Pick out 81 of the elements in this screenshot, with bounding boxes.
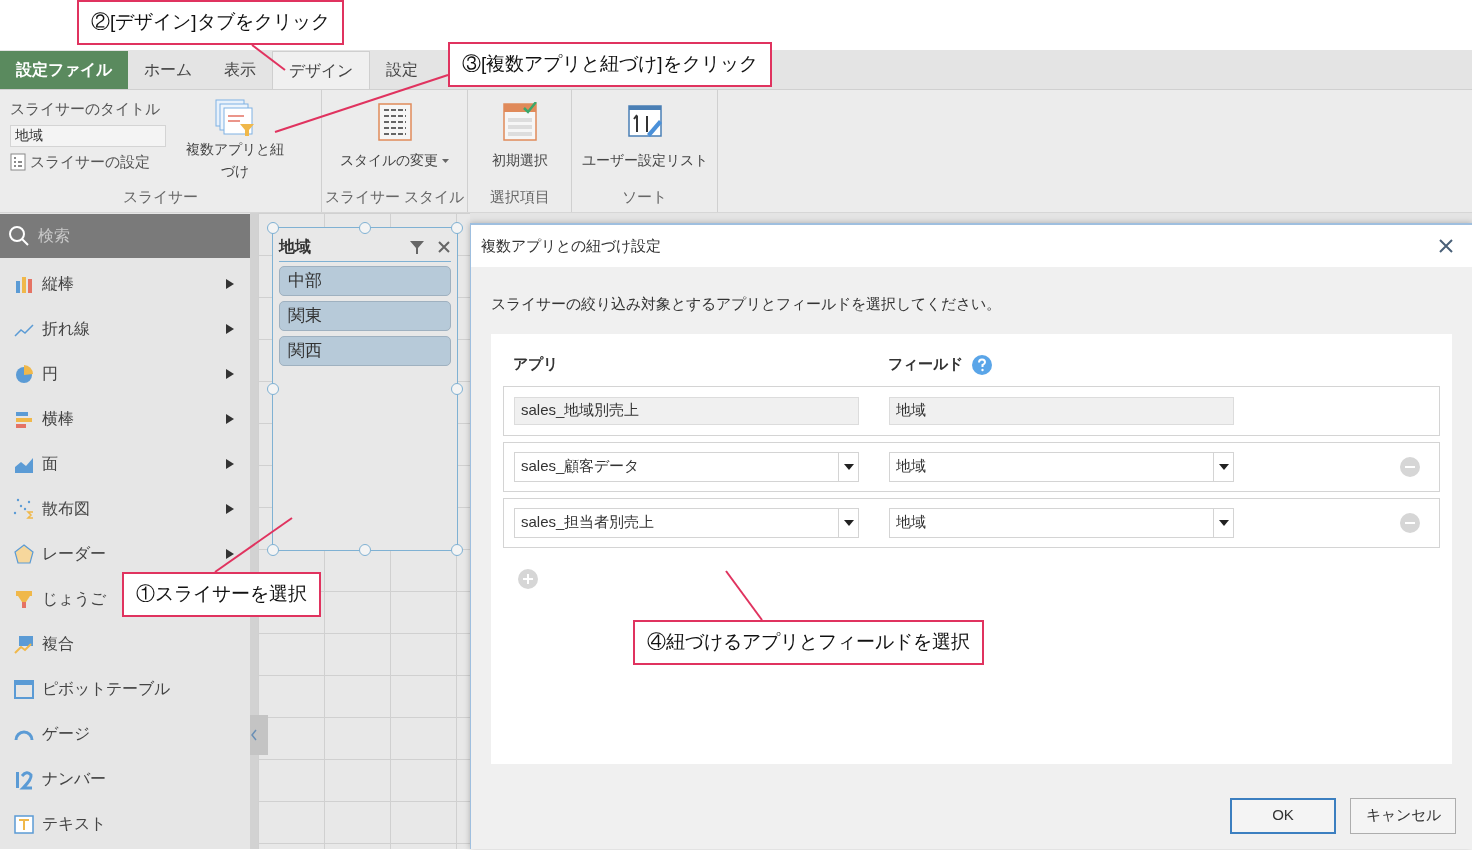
slicer-settings-button[interactable]: スライサーの設定 — [10, 150, 180, 173]
chart-type-item[interactable]: 円 — [0, 351, 250, 396]
chart-type-item[interactable]: 面 — [0, 441, 250, 486]
app-dropdown[interactable]: sales_顧客データ — [514, 451, 859, 482]
group-label: 選択項目 — [489, 186, 550, 207]
title-input[interactable]: 地域 — [10, 124, 166, 147]
search-bar[interactable]: 検索 — [0, 214, 250, 258]
chart-type-item[interactable]: テキスト — [0, 801, 114, 846]
resize-handle[interactable] — [267, 544, 279, 556]
file-tab[interactable]: 設定ファイル — [0, 51, 128, 89]
search-icon — [8, 225, 30, 247]
close-icon[interactable] — [437, 239, 451, 254]
chart-type-item[interactable]: 複合 — [0, 621, 82, 666]
group-label: スライサー スタイル — [324, 186, 465, 207]
chart-type-item[interactable]: 縦棒 — [0, 261, 250, 306]
link-apps-button[interactable]: 複数アプリと紐づけ — [180, 98, 290, 186]
radar-chart-icon — [12, 542, 36, 565]
collapse-button[interactable] — [250, 715, 268, 755]
resize-handle[interactable] — [359, 222, 371, 234]
slicer-title: 地域 — [279, 236, 312, 257]
column-header: アプリ — [512, 354, 559, 375]
text-box-icon — [12, 812, 36, 835]
callout: ①スライサーを選択 — [122, 572, 321, 617]
dropdown-arrow-icon — [1218, 463, 1229, 470]
ribbon-button[interactable]: 初期選択 — [491, 102, 548, 186]
resize-handle[interactable] — [267, 383, 279, 395]
column-header: フィールド — [887, 354, 963, 375]
resize-handle[interactable] — [267, 222, 279, 234]
field-dropdown[interactable]: 地域 — [889, 507, 1234, 538]
app-dropdown[interactable]: sales_担当者別売上 — [514, 507, 859, 538]
pivot-table-icon — [12, 677, 36, 700]
linked-apps-icon — [214, 98, 256, 138]
list-icon — [10, 152, 26, 171]
close-icon[interactable] — [1438, 238, 1454, 254]
ribbon-tab[interactable]: ホーム — [128, 51, 208, 89]
title-label: スライサーのタイトル — [10, 99, 161, 119]
ribbon-tab[interactable]: 表示 — [208, 51, 272, 89]
callout: ④紐づけるアプリとフィールドを選択 — [633, 620, 984, 665]
resize-handle[interactable] — [451, 383, 463, 395]
ribbon-button[interactable]: スタイルの変更 — [340, 102, 449, 186]
ribbon-tab[interactable]: 設定 — [370, 51, 434, 89]
chart-type-item[interactable]: 折れ線 — [0, 306, 250, 351]
add-icon[interactable] — [517, 567, 539, 590]
search-field[interactable]: 検索 — [38, 224, 218, 248]
table-style-icon — [376, 102, 413, 142]
callout: ③[複数アプリと紐づけ]をクリック — [448, 42, 772, 87]
filter-icon[interactable] — [409, 238, 425, 255]
resize-handle[interactable] — [359, 544, 371, 556]
remove-icon[interactable] — [1399, 511, 1421, 534]
ok-button[interactable]: OK — [1230, 797, 1336, 834]
resize-handle[interactable] — [451, 222, 463, 234]
dropdown-arrow-icon — [843, 519, 854, 526]
instruction-text: スライサーの絞り込み対象とするアプリとフィールドを選択してください。 — [490, 294, 1002, 314]
scatter-chart-icon — [12, 497, 36, 520]
slicer-item[interactable]: 関西 — [279, 336, 451, 366]
leader-line — [725, 570, 763, 621]
remove-icon[interactable] — [1399, 455, 1421, 478]
ribbon-tab[interactable]: デザイン — [272, 51, 370, 89]
chart-type-item[interactable]: 散布図 — [0, 486, 250, 531]
dropdown-arrow-icon — [1218, 519, 1229, 526]
help-icon[interactable] — [971, 353, 993, 376]
chevron-left-icon — [250, 729, 258, 741]
group-label: スライサー — [122, 186, 199, 207]
dropdown-arrow-icon — [843, 463, 854, 470]
field-dropdown[interactable]: 地域 — [889, 451, 1234, 482]
group-label: ソート — [622, 186, 667, 207]
dialog-title: 複数アプリとの紐づけ設定 — [481, 235, 662, 256]
chart-type-item[interactable]: ゲージ — [0, 711, 98, 756]
callout: ②[デザイン]タブをクリック — [77, 0, 344, 45]
ribbon-button[interactable]: ユーザー設定リスト — [581, 102, 708, 186]
app-field[interactable]: sales_地域別売上 — [514, 396, 859, 425]
chart-type-item[interactable]: 横棒 — [0, 396, 250, 441]
chart-type-item[interactable]: ピボットテーブル — [0, 666, 178, 711]
field-field[interactable]: 地域 — [889, 396, 1234, 425]
checklist-icon — [501, 102, 538, 142]
resize-handle[interactable] — [451, 544, 463, 556]
chart-type-item[interactable]: じょうご — [0, 576, 114, 621]
slicer-item[interactable]: 関東 — [279, 301, 451, 331]
chart-type-item[interactable]: ナンバー — [0, 756, 114, 801]
cancel-button[interactable]: キャンセル — [1350, 797, 1456, 834]
slicer-item[interactable]: 中部 — [279, 266, 451, 296]
